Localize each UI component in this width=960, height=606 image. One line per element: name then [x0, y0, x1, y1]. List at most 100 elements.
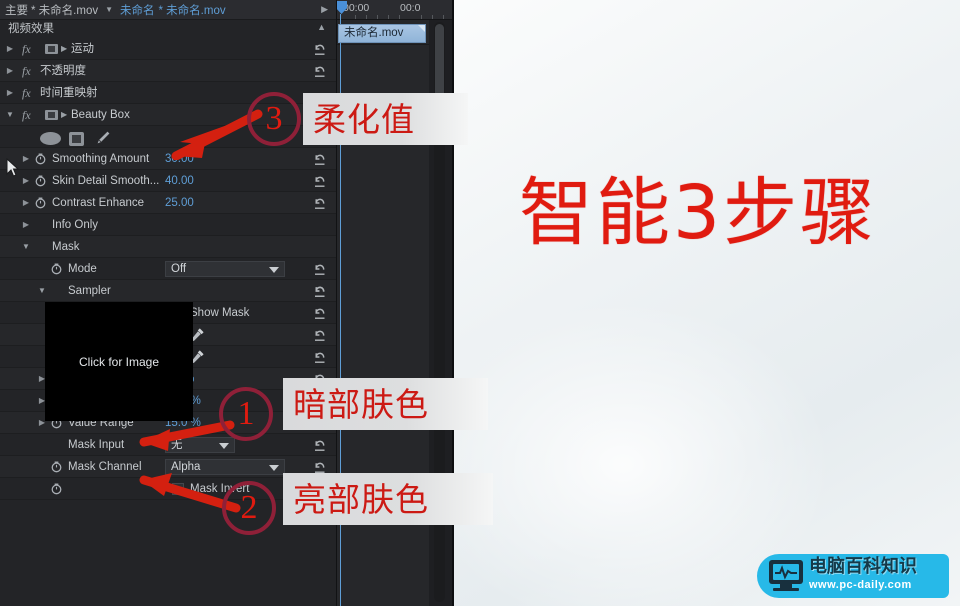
stopwatch-icon[interactable] — [50, 262, 63, 276]
parameter-row[interactable]: ▶ Smoothing Amount 30.00 — [0, 148, 336, 170]
reset-icon[interactable] — [313, 460, 327, 474]
reset-icon[interactable] — [313, 306, 327, 320]
tab-sequence-label[interactable]: 主要 — [5, 2, 28, 18]
parameter-dropdown[interactable]: Off — [165, 261, 285, 277]
stopwatch-icon[interactable] — [50, 460, 63, 474]
annotation-circle-2: 2 — [222, 481, 276, 535]
expand-triangle-icon[interactable]: ▶ — [20, 148, 32, 170]
reset-icon[interactable] — [313, 328, 327, 342]
reset-icon[interactable] — [313, 42, 327, 56]
parameter-label: Show Mask — [190, 307, 250, 319]
chevron-down-icon[interactable] — [219, 443, 229, 449]
dropdown-value: Off — [171, 263, 187, 275]
timeline-ruler[interactable]: 00:00 00:0 — [336, 0, 453, 20]
effect-chevron-icon[interactable]: ▶ — [61, 104, 67, 126]
parameter-row[interactable]: ▶ fx ▶ 运动 — [0, 38, 336, 60]
annotation-label-1: 暗部肤色 — [283, 378, 488, 430]
parameter-row[interactable]: ▼ Mask — [0, 236, 336, 258]
collapse-triangle-icon[interactable]: ▼ — [4, 104, 16, 126]
mouse-pointer-icon — [6, 158, 19, 177]
screenshot-root: 智能3步骤 电脑百科知识 www.pc-daily.com 00:00 00:0 — [0, 0, 960, 606]
chevron-down-icon[interactable]: ▼ — [105, 5, 113, 14]
reset-icon[interactable] — [313, 284, 327, 298]
collapse-triangle-icon[interactable]: ▼ — [36, 280, 48, 302]
annotation-number-1: 1 — [237, 395, 255, 432]
parameter-label: Mask Input — [68, 439, 125, 451]
reset-icon[interactable] — [313, 438, 327, 452]
tab-active-sequence[interactable]: 未命名 — [120, 2, 155, 18]
parameter-label: Mask Channel — [68, 461, 142, 473]
parameter-row[interactable]: Mask Input 无 — [0, 434, 336, 456]
clip-corner-fold-icon — [418, 25, 425, 32]
dropdown-value: Alpha — [171, 461, 201, 473]
parameter-dropdown[interactable]: 无 — [165, 437, 235, 453]
parameter-label: Sampler — [68, 285, 111, 297]
timeline-clip[interactable]: 未命名.mov — [338, 24, 426, 43]
effect-controls-tabbar: 主要 * 未命名.mov ▼ 未命名 * 未命名.mov ▶ — [0, 0, 336, 20]
effect-mask-box-icon[interactable] — [45, 44, 58, 54]
stopwatch-icon[interactable] — [50, 482, 63, 496]
expand-triangle-icon[interactable]: ▶ — [20, 192, 32, 214]
parameter-label: Smoothing Amount — [52, 153, 150, 165]
annotation-circle-1: 1 — [219, 387, 273, 441]
parameter-row[interactable]: ▼ Sampler — [0, 280, 336, 302]
ellipse-mask-icon[interactable] — [40, 132, 61, 145]
parameter-checkbox[interactable] — [172, 483, 184, 495]
fx-badge-icon[interactable]: fx — [22, 104, 31, 126]
effect-chevron-icon[interactable]: ▶ — [61, 38, 67, 60]
program-monitor-preview[interactable] — [453, 0, 960, 606]
pen-mask-icon[interactable] — [95, 130, 111, 146]
parameter-value[interactable]: 30.00 — [165, 148, 194, 170]
parameter-value[interactable]: 40.00 — [165, 170, 194, 192]
parameter-dropdown[interactable]: Alpha — [165, 459, 285, 475]
tab-active-clip[interactable]: * 未命名.mov — [159, 2, 226, 18]
parameter-value[interactable]: 25.00 — [165, 192, 194, 214]
timeline-time-label-right: 00:0 — [400, 2, 421, 14]
stopwatch-icon[interactable] — [34, 196, 47, 210]
parameter-label: Beauty Box — [71, 109, 130, 121]
chevron-down-icon[interactable] — [269, 465, 279, 471]
reset-icon[interactable] — [313, 174, 327, 188]
stopwatch-icon[interactable] — [34, 152, 47, 166]
chevron-up-icon[interactable]: ▲ — [317, 22, 326, 32]
parameter-row[interactable]: ▶ Info Only — [0, 214, 336, 236]
annotation-text-2: 亮部肤色 — [293, 479, 429, 519]
watermark-url: www.pc-daily.com — [809, 579, 912, 591]
tab-clip-label[interactable]: * 未命名.mov — [31, 2, 98, 18]
parameter-label: Contrast Enhance — [52, 197, 145, 209]
annotation-text-3: 柔化值 — [313, 99, 415, 139]
expand-triangle-icon[interactable]: ▶ — [4, 60, 16, 82]
chevron-right-icon[interactable]: ▶ — [321, 4, 328, 15]
reset-icon[interactable] — [313, 262, 327, 276]
reset-icon[interactable] — [313, 196, 327, 210]
expand-triangle-icon[interactable]: ▶ — [4, 82, 16, 104]
expand-triangle-icon[interactable]: ▶ — [20, 214, 32, 236]
timeline-clip-label: 未命名.mov — [344, 27, 404, 39]
rectangle-mask-icon[interactable] — [69, 132, 84, 146]
fx-badge-icon[interactable]: fx — [22, 82, 31, 104]
annotation-label-2: 亮部肤色 — [283, 473, 493, 525]
effect-mask-box-icon[interactable] — [45, 110, 58, 120]
sampler-image-label: Click for Image — [78, 354, 160, 369]
parameter-row[interactable]: ▶ fx 不透明度 — [0, 60, 336, 82]
chevron-down-icon[interactable] — [269, 267, 279, 273]
video-effects-header: 视频效果 — [0, 20, 336, 38]
parameter-label: 时间重映射 — [40, 87, 98, 99]
collapse-triangle-icon[interactable]: ▼ — [20, 236, 32, 258]
parameter-row[interactable]: Mode Off — [0, 258, 336, 280]
fx-badge-icon[interactable]: fx — [22, 60, 31, 82]
reset-icon[interactable] — [313, 350, 327, 364]
dropdown-value: 无 — [171, 439, 183, 451]
reset-icon[interactable] — [313, 64, 327, 78]
parameter-label: Mode — [68, 263, 97, 275]
reset-icon[interactable] — [313, 152, 327, 166]
parameter-label: Skin Detail Smooth... — [52, 175, 160, 187]
parameter-row[interactable]: ▶ Contrast Enhance 25.00 — [0, 192, 336, 214]
expand-triangle-icon[interactable]: ▶ — [4, 38, 16, 60]
sampler-image-button[interactable]: Click for Image — [45, 302, 193, 421]
annotation-circle-3: 3 — [247, 92, 301, 146]
fx-badge-icon[interactable]: fx — [22, 38, 31, 60]
expand-triangle-icon[interactable]: ▶ — [20, 170, 32, 192]
stopwatch-icon[interactable] — [34, 174, 47, 188]
parameter-row[interactable]: ▶ Skin Detail Smooth... 40.00 — [0, 170, 336, 192]
